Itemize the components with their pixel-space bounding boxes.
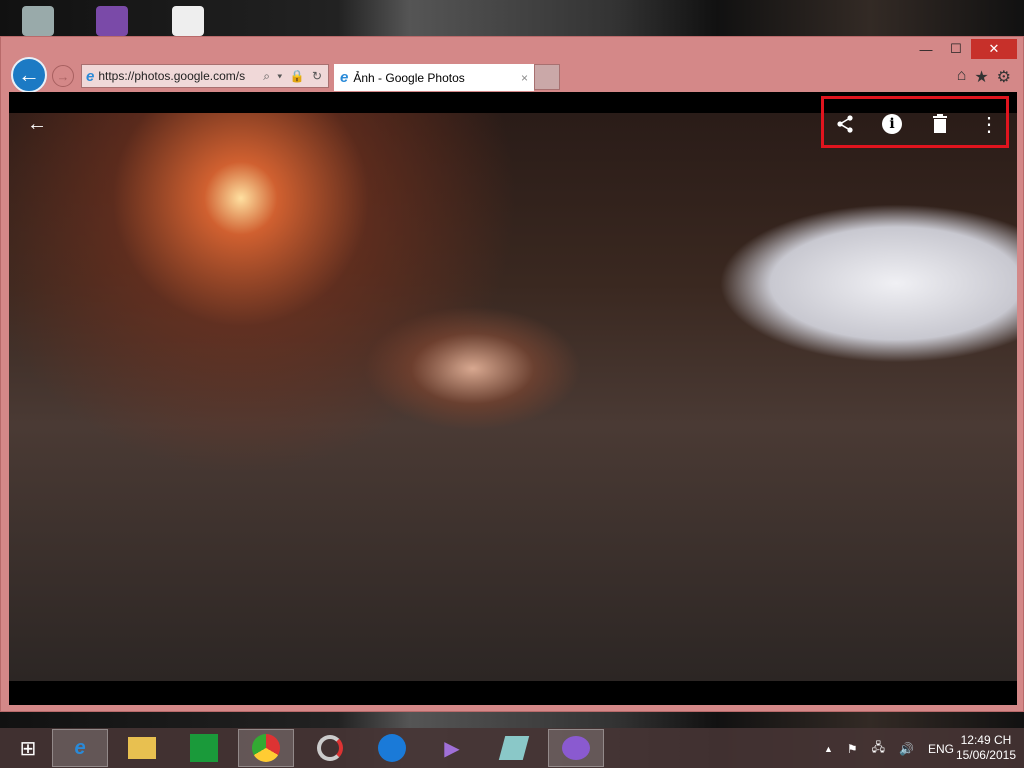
trash-icon — [933, 114, 947, 133]
delete-button[interactable] — [925, 109, 955, 139]
taskbar-yahoo-messenger[interactable] — [548, 729, 604, 767]
taskbar-internet-explorer[interactable]: e — [52, 729, 108, 767]
taskbar-store[interactable] — [176, 729, 232, 767]
ie-icon: e — [86, 67, 95, 85]
yahoo-messenger-desktop-icon[interactable] — [96, 6, 128, 36]
recycle-bin-icon[interactable] — [22, 6, 54, 36]
taskbar-visual-studio[interactable]: ▶ — [424, 729, 480, 767]
teamviewer-icon — [378, 734, 406, 762]
date: 15/06/2015 — [955, 748, 1016, 762]
home-icon[interactable]: ⌂ — [957, 67, 967, 87]
info-button[interactable]: i — [877, 109, 907, 139]
taskbar-teamviewer[interactable] — [364, 729, 420, 767]
viewer-back-button[interactable]: ← — [22, 109, 52, 139]
favorites-star-icon[interactable]: ★ — [974, 67, 988, 87]
ie-icon: e — [340, 69, 349, 86]
tab-close-icon[interactable]: × — [521, 71, 528, 85]
new-tab-button[interactable] — [534, 64, 560, 90]
visual-studio-icon: ▶ — [444, 737, 460, 760]
url-input[interactable]: https://photos.google.com/s — [98, 69, 259, 83]
photo — [9, 113, 1017, 681]
start-button[interactable]: ⊞ — [0, 729, 56, 767]
volume-icon[interactable]: 🔊 — [899, 742, 914, 756]
app-icon — [317, 735, 343, 761]
back-button[interactable]: ← — [11, 57, 47, 93]
show-hidden-icons-button[interactable]: ▲ — [824, 744, 833, 754]
store-icon — [190, 734, 218, 762]
arrow-left-icon: ← — [18, 62, 40, 87]
tab-title: Ảnh - Google Photos — [353, 70, 465, 85]
settings-gear-icon[interactable]: ⚙ — [997, 67, 1011, 87]
more-options-button[interactable]: ⋮ — [974, 109, 1004, 139]
app-icon — [498, 736, 530, 760]
tab-google-photos[interactable]: e Ảnh - Google Photos × — [334, 64, 534, 91]
time: 12:49 CH — [960, 733, 1012, 747]
network-icon[interactable]: 🖧 — [872, 738, 885, 759]
address-tools[interactable]: ⌕ ▾ 🔒 ↻ — [263, 69, 324, 84]
browser-window: — ☐ ✕ ← → e https://photos.google.com/s … — [0, 36, 1024, 712]
close-button[interactable]: ✕ — [971, 39, 1017, 59]
maximize-button[interactable]: ☐ — [941, 39, 971, 59]
arrow-right-icon: → — [56, 68, 70, 84]
share-button[interactable] — [830, 109, 860, 139]
forward-button[interactable]: → — [52, 65, 74, 87]
clock[interactable]: 12:49 CH 15/06/2015 — [956, 733, 1016, 763]
taskbar-file-explorer[interactable] — [114, 729, 170, 767]
action-center-flag-icon[interactable]: ⚑ — [847, 742, 858, 756]
photo-viewer: ← i ⋮ — [9, 92, 1017, 705]
yahoo-messenger-icon — [562, 736, 590, 760]
desktop-file-icon[interactable] — [172, 6, 204, 36]
taskbar-chrome[interactable] — [238, 729, 294, 767]
info-icon: i — [882, 114, 902, 134]
taskbar: ⊞ e ▶ ▲ ⚑ 🖧 🔊 ENG 12:49 CH 15/06/2015 — [0, 728, 1024, 768]
language-indicator[interactable]: ENG — [928, 742, 954, 756]
address-bar[interactable]: e https://photos.google.com/s ⌕ ▾ 🔒 ↻ — [81, 64, 329, 88]
taskbar-app[interactable] — [302, 729, 358, 767]
minimize-button[interactable]: — — [911, 39, 941, 59]
folder-icon — [128, 737, 156, 759]
taskbar-app-2[interactable] — [486, 729, 542, 767]
share-icon — [837, 115, 853, 133]
chrome-icon — [252, 734, 280, 762]
